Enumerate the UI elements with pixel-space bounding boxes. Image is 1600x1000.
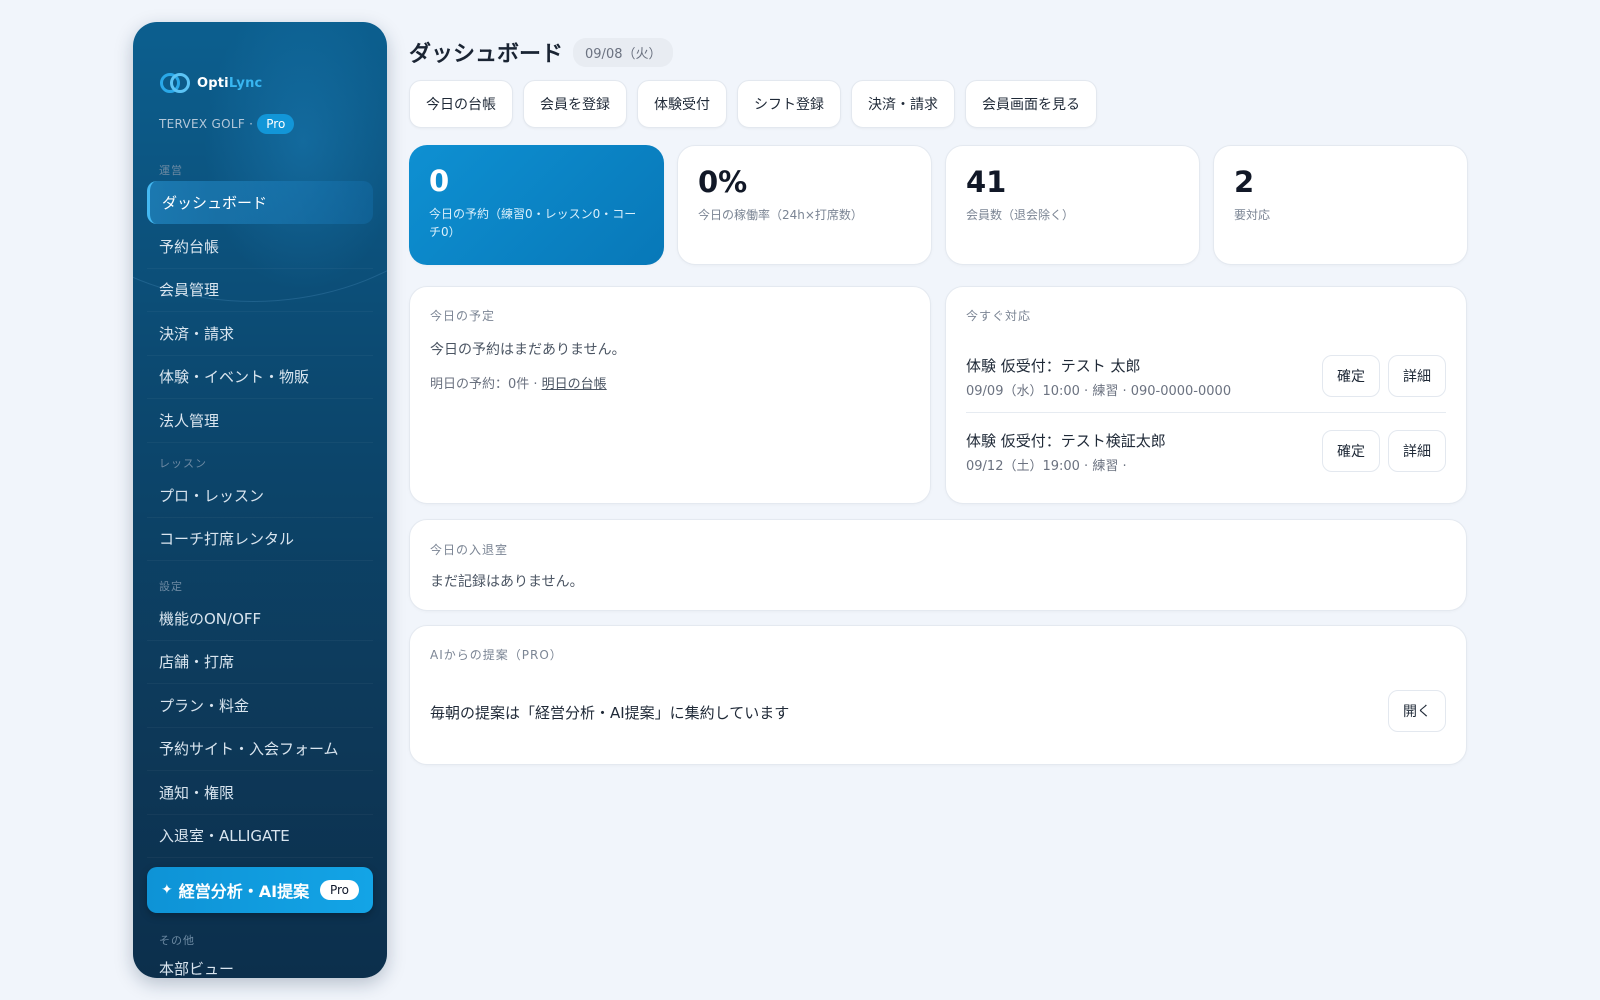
stat-label: 要対応 — [1234, 208, 1271, 222]
logo[interactable]: OptiLync — [159, 72, 262, 94]
stat-value: 0% — [698, 165, 748, 199]
empty-message: まだ記録はありません。 — [430, 574, 584, 590]
open-button[interactable]: 開く — [1388, 690, 1446, 732]
task-detail: 09/12（土）19:00 · 練習 · — [966, 459, 1127, 474]
stat-label: 今日の予約（練習0・レッスン0・コーチ0） — [429, 207, 637, 239]
register-member-button[interactable]: 会員を登録 — [523, 80, 627, 128]
urgent-actions-card: 今すぐ対応 体験 仮受付：テスト 太郎 09/09（水）10:00 · 練習 ·… — [945, 286, 1467, 504]
list-item: 体験 仮受付：テスト 太郎 09/09（水）10:00 · 練習 · 090-0… — [966, 355, 1446, 419]
stat-value: 0 — [429, 164, 450, 198]
nav-section-label: 設定 — [159, 580, 183, 593]
sparkle-icon: ✦ — [161, 882, 173, 898]
date-badge: 09/08（火） — [573, 37, 674, 67]
todays-ledger-button[interactable]: 今日の台帳 — [409, 80, 513, 128]
nav-section-label: レッスン — [159, 457, 207, 470]
logo-text: OptiLync — [197, 76, 262, 91]
list-item: 体験 仮受付：テスト検証太郎 09/12（土）19:00 · 練習 · 確定 詳… — [966, 430, 1446, 494]
stat-label: 今日の稼働率（24h×打席数） — [698, 208, 863, 222]
sidebar-item-reservations[interactable]: 予約台帳 — [147, 225, 373, 269]
card-title: 今すぐ対応 — [966, 309, 1032, 323]
logo-text-prefix: Opti — [197, 75, 229, 91]
task-actions: 確定 詳細 — [1322, 355, 1446, 397]
sidebar-item-dashboard[interactable]: ダッシュボード — [147, 181, 373, 224]
stat-label: 会員数（退会除く） — [966, 208, 1075, 222]
pro-badge: Pro — [319, 880, 359, 900]
confirm-button[interactable]: 確定 — [1322, 430, 1380, 472]
sidebar-item-hq-view[interactable]: 本部ビュー — [159, 958, 234, 978]
task-actions: 確定 詳細 — [1322, 430, 1446, 472]
sidebar-item-events[interactable]: 体験・イベント・物販 — [147, 356, 373, 399]
ai-analysis-button[interactable]: ✦ 経営分析・AI提案 Pro — [147, 867, 373, 913]
page-title: ダッシュボード — [409, 42, 564, 67]
todays-checkin-card: 今日の入退室 まだ記録はありません。 — [409, 519, 1467, 611]
sidebar-item-corporate[interactable]: 法人管理 — [147, 399, 373, 443]
task-title: 体験 仮受付：テスト検証太郎 — [966, 432, 1166, 450]
sidebar-item-billing[interactable]: 決済・請求 — [147, 312, 373, 356]
sidebar-item-booking-site[interactable]: 予約サイト・入会フォーム — [147, 728, 373, 771]
member-view-button[interactable]: 会員画面を見る — [965, 80, 1097, 128]
sidebar-item-alligate[interactable]: 入退室・ALLIGATE — [147, 815, 373, 858]
sidebar-item-feature-toggle[interactable]: 機能のON/OFF — [147, 597, 373, 641]
nav-section-settings: 設定 機能のON/OFF 店舗・打席 プラン・料金 予約サイト・入会フォーム 通… — [147, 578, 373, 858]
shift-register-button[interactable]: シフト登録 — [737, 80, 841, 128]
logo-text-suffix: Lync — [228, 75, 263, 91]
card-title: AIからの提案（PRO） — [430, 648, 563, 662]
card-title: 今日の入退室 — [430, 543, 509, 557]
confirm-button[interactable]: 確定 — [1322, 355, 1380, 397]
sidebar-item-plans[interactable]: プラン・料金 — [147, 684, 373, 728]
ai-message: 毎朝の提案は「経営分析・AI提案」に集約しています — [430, 704, 790, 722]
details-button[interactable]: 詳細 — [1388, 355, 1446, 397]
stat-card-utilization[interactable]: 0% 今日の稼働率（24h×打席数） — [677, 145, 932, 265]
trial-reception-button[interactable]: 体験受付 — [637, 80, 727, 128]
empty-message: 今日の予約はまだありません。 — [430, 342, 626, 358]
nav-section-label: 運営 — [159, 164, 183, 177]
plan-badge: Pro — [257, 114, 295, 134]
stat-card-members[interactable]: 41 会員数（退会除く） — [945, 145, 1200, 265]
org-name: TERVEX GOLF · — [159, 117, 254, 131]
task-detail: 09/09（水）10:00 · 練習 · 090-0000-0000 — [966, 384, 1232, 399]
sidebar-item-notifications[interactable]: 通知・権限 — [147, 771, 373, 815]
divider — [966, 412, 1446, 413]
sidebar-item-stores[interactable]: 店舗・打席 — [147, 641, 373, 684]
org-row: TERVEX GOLF · Pro — [159, 114, 295, 134]
stat-value: 2 — [1234, 165, 1255, 199]
tomorrow-summary: 明日の予約：0件 · 明日の台帳 — [430, 373, 607, 392]
tomorrow-ledger-link[interactable]: 明日の台帳 — [542, 377, 607, 392]
nav-section-operations: 運営 ダッシュボード 予約台帳 会員管理 決済・請求 体験・イベント・物販 法人… — [147, 162, 373, 443]
stat-card-reservations[interactable]: 0 今日の予約（練習0・レッスン0・コーチ0） — [409, 145, 664, 265]
billing-button[interactable]: 決済・請求 — [851, 80, 955, 128]
nav-section-lessons: レッスン プロ・レッスン コーチ打席レンタル — [147, 455, 373, 561]
sidebar-item-members[interactable]: 会員管理 — [147, 269, 373, 312]
stat-value: 41 — [966, 165, 1007, 199]
logo-icon — [159, 72, 191, 94]
card-title: 今日の予定 — [430, 309, 496, 323]
stat-card-action-required[interactable]: 2 要対応 — [1213, 145, 1468, 265]
quick-actions: 今日の台帳 会員を登録 体験受付 シフト登録 決済・請求 会員画面を見る — [409, 80, 1097, 128]
ai-suggestion-card: AIからの提案（PRO） 毎朝の提案は「経営分析・AI提案」に集約しています 開… — [409, 625, 1467, 765]
sidebar-item-pro-lessons[interactable]: プロ・レッスン — [147, 474, 373, 518]
todays-schedule-card: 今日の予定 今日の予約はまだありません。 明日の予約：0件 · 明日の台帳 — [409, 286, 931, 504]
task-title: 体験 仮受付：テスト 太郎 — [966, 357, 1141, 375]
page-header: ダッシュボード 09/08（火） — [409, 36, 674, 68]
ai-analysis-label: 経営分析・AI提案 — [178, 882, 310, 901]
details-button[interactable]: 詳細 — [1388, 430, 1446, 472]
sidebar-item-coach-rental[interactable]: コーチ打席レンタル — [147, 518, 373, 561]
tomorrow-count: 明日の予約：0件 · — [430, 377, 542, 392]
nav-section-other: その他 — [159, 934, 195, 947]
sidebar: OptiLync TERVEX GOLF · Pro 運営 ダッシュボード 予約… — [133, 22, 387, 978]
